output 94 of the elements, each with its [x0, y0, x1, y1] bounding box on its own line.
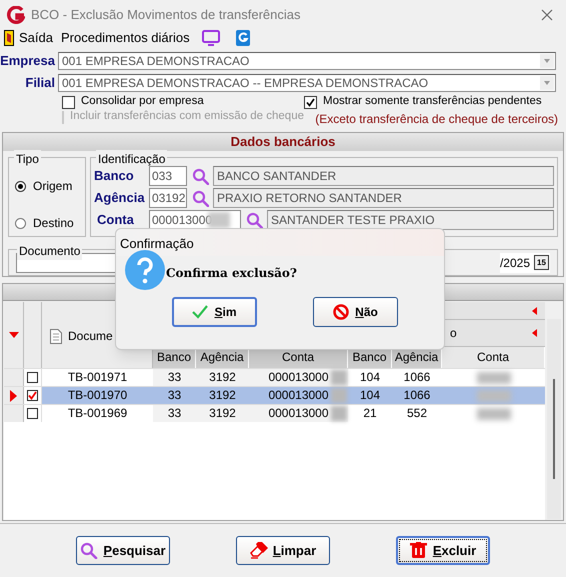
exit-button[interactable]: Saída — [4, 30, 53, 46]
table-cell: 000013000 — [249, 369, 348, 386]
app-logo-icon — [7, 6, 25, 24]
table-cell-text: 1066 — [402, 369, 432, 386]
monitor-button[interactable] — [202, 30, 220, 46]
name-field: SANTANDER TESTE PRAXIO — [267, 210, 554, 230]
trash-icon — [410, 542, 428, 559]
redaction-blur — [476, 408, 510, 420]
group-label: Identificação — [96, 150, 168, 168]
name-field: BANCO SANTANDER — [213, 166, 554, 186]
search-icon — [192, 168, 208, 184]
dialog-button[interactable]: Não — [313, 297, 398, 327]
eraser-icon — [250, 542, 268, 559]
radio-button[interactable] — [15, 180, 26, 192]
radio-button[interactable] — [15, 218, 26, 228]
note-text: (Exceto transferência de cheque de terceiros) — [314, 111, 559, 128]
row-pointer-icon — [10, 390, 17, 402]
window-title: BCO - Exclusão Movimentos de transferências — [31, 6, 300, 24]
checkbox[interactable]: Mostrar somente transferências pendentes — [304, 95, 566, 109]
table-cell-text: 21 — [362, 405, 378, 422]
scrollbar[interactable] — [547, 319, 561, 519]
action-button[interactable]: Limpar — [236, 536, 330, 565]
table-cell: 33 — [153, 405, 196, 422]
app-icon — [236, 30, 250, 46]
checkbox[interactable] — [27, 390, 38, 401]
panel-title: Dados bancários — [3, 133, 563, 151]
group-label: Tipo — [14, 150, 41, 168]
search-button[interactable] — [190, 166, 210, 186]
check-icon — [28, 391, 37, 400]
question-icon — [125, 250, 165, 290]
code-field[interactable]: 03192 — [149, 188, 187, 208]
redaction-blur — [331, 388, 347, 403]
table-cell-text: 104 — [358, 369, 382, 386]
field-label: Empresa — [0, 52, 56, 70]
date-field[interactable]: /2025 15 — [500, 252, 550, 272]
field-label: Agência — [94, 189, 146, 208]
checkbox[interactable] — [27, 372, 38, 383]
table-row[interactable]: TB-001970 33 3192 000013000 104 1066 — [4, 386, 545, 404]
code-field[interactable]: 033 — [149, 166, 187, 186]
document-icon — [50, 328, 62, 344]
check-icon — [192, 304, 208, 320]
table-cell-text: 104 — [358, 387, 382, 404]
header-text: o — [450, 325, 457, 342]
action-button[interactable]: Excluir — [396, 536, 490, 565]
sort-arrow-icon — [8, 332, 18, 338]
table-cell: 3192 — [196, 405, 249, 422]
field-label: Banco — [94, 167, 135, 186]
check-icon — [306, 98, 315, 106]
search-icon — [80, 542, 98, 559]
redaction-blur — [331, 406, 347, 421]
search-button[interactable] — [244, 210, 264, 230]
table-cell-text: TB-001970 — [66, 387, 128, 404]
field-label: Conta — [96, 211, 135, 230]
dialog-message: Confirma exclusão? — [166, 265, 297, 282]
code-field[interactable]: 000013000 — [149, 210, 241, 230]
dialog-title: Confirmação — [116, 229, 444, 256]
radio-label[interactable]: Origem — [15, 177, 85, 195]
search-icon — [246, 212, 262, 228]
radio-label[interactable]: Destino — [15, 214, 85, 232]
door-icon — [4, 30, 14, 46]
menu-item[interactable]: Procedimentos diários — [60, 30, 190, 46]
table-cell: 33 — [153, 369, 196, 386]
column-header: Conta — [442, 347, 545, 368]
action-button[interactable]: Pesquisar — [76, 536, 170, 565]
table-cell-text: 1066 — [402, 387, 432, 404]
name-field: PRAXIO RETORNO SANTANDER — [213, 188, 554, 208]
app-button[interactable] — [236, 30, 250, 46]
search-button[interactable] — [190, 188, 210, 208]
no-entry-icon — [333, 304, 350, 320]
monitor-icon — [202, 30, 220, 46]
table-cell: 000013000 — [249, 387, 348, 404]
calendar-button[interactable]: 15 — [534, 255, 549, 270]
redaction-blur — [476, 372, 510, 384]
table-cell: 000013000 — [249, 405, 348, 422]
search-icon — [192, 190, 208, 206]
field-label: Filial — [24, 74, 56, 92]
dialog-button[interactable]: Sim — [172, 297, 257, 327]
redaction-blur — [476, 390, 510, 402]
collapse-arrow-icon — [532, 306, 537, 314]
collapse-arrow-icon — [532, 329, 537, 337]
table-cell-text: TB-001969 — [66, 405, 128, 422]
table-cell: 3192 — [196, 369, 249, 386]
table-row[interactable]: TB-001969 33 3192 000013000 21 552 — [4, 404, 545, 422]
dropdown-field[interactable]: 001 EMPRESA DEMONSTRACAO — [58, 52, 556, 70]
table-cell-text: 552 — [406, 405, 428, 422]
table-row[interactable]: TB-001971 33 3192 000013000 104 1066 — [4, 368, 545, 386]
close-icon — [541, 9, 553, 21]
checkbox[interactable]: Consolidar por empresa — [62, 95, 304, 109]
checkbox[interactable] — [27, 408, 38, 419]
dropdown-field[interactable]: 001 EMPRESA DEMONSTRACAO -- EMPRESA DEMONSTRACAO — [58, 74, 556, 92]
table-cell-text: 33 — [166, 387, 182, 404]
table-cell-text: TB-001971 — [66, 369, 128, 386]
table-cell-text: 3192 — [208, 387, 237, 404]
redaction-blur — [331, 370, 347, 385]
